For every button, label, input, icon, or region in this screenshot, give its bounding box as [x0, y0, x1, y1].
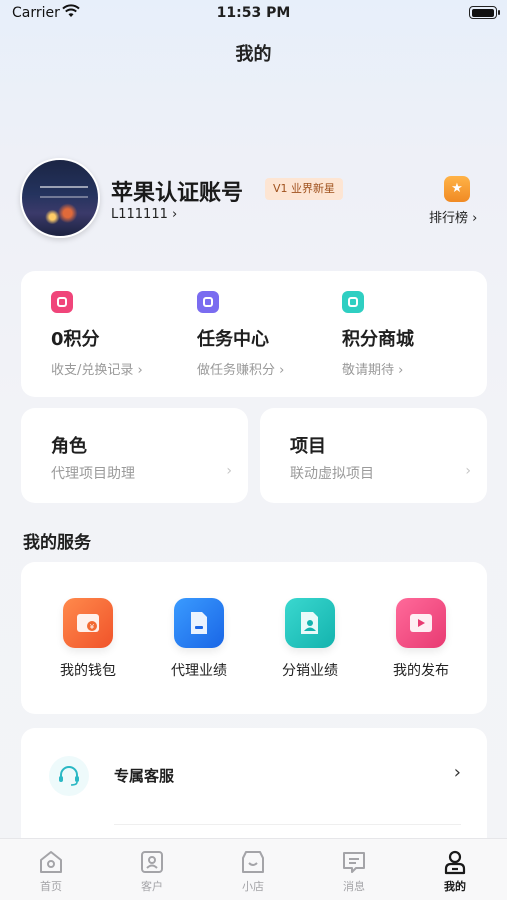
project-value: 联动虚拟项目 — [290, 466, 374, 482]
role-title: 角色 — [51, 436, 87, 457]
project-card[interactable]: 项目 联动虚拟项目 › — [260, 408, 487, 503]
profile-icon — [442, 849, 468, 875]
task-center-sub[interactable]: 做任务赚积分 › — [197, 359, 337, 378]
home-icon — [38, 849, 64, 875]
message-icon — [341, 849, 367, 875]
tab-store[interactable]: 小店 — [213, 849, 293, 894]
agent-performance-icon — [174, 598, 224, 648]
tab-customer-label: 客户 — [141, 880, 163, 893]
project-title: 项目 — [290, 436, 326, 457]
chevron-right-icon: › — [465, 463, 471, 479]
tab-store-label: 小店 — [242, 880, 264, 893]
tab-home-label: 首页 — [40, 880, 62, 893]
tab-home[interactable]: 首页 — [11, 849, 91, 894]
points-icon — [51, 291, 73, 313]
role-value: 代理项目助理 — [51, 466, 135, 482]
agent-performance-label: 代理业绩 — [171, 663, 227, 679]
tab-bar: 首页 客户 小店 消息 我的 — [0, 838, 507, 900]
customer-service-label: 专属客服 — [114, 767, 175, 785]
headset-icon — [49, 756, 89, 796]
shop-icon — [342, 291, 364, 313]
leaderboard-link[interactable]: 排行榜 › — [429, 207, 477, 226]
battery-icon — [469, 6, 500, 19]
task-icon — [197, 291, 219, 313]
chevron-right-icon: › — [226, 463, 232, 479]
customer-icon — [139, 849, 165, 875]
distribution-performance-icon — [285, 598, 335, 648]
points-mall-title: 积分商城 — [342, 329, 414, 350]
task-center-title: 任务中心 — [197, 329, 269, 350]
rank-badge-icon[interactable]: ★ — [444, 176, 470, 202]
task-center-stat[interactable]: 任务中心 做任务赚积分 › — [197, 291, 337, 378]
chevron-right-icon: › — [453, 762, 461, 783]
services-section-title: 我的服务 — [23, 533, 91, 553]
tab-customer[interactable]: 客户 — [112, 849, 192, 894]
store-icon — [240, 849, 266, 875]
points-title: 0积分 — [51, 329, 100, 350]
wallet-service[interactable]: ¥ 我的钱包 — [38, 598, 138, 680]
avatar[interactable] — [20, 158, 100, 238]
profile-name: 苹果认证账号 — [111, 181, 244, 206]
points-card: 0积分 收支/兑换记录 › 任务中心 做任务赚积分 › 积分商城 敬请期待 › — [21, 271, 487, 397]
distribution-performance-label: 分销业绩 — [282, 663, 338, 679]
divider — [114, 824, 461, 825]
publish-icon — [396, 598, 446, 648]
points-mall-stat[interactable]: 积分商城 敬请期待 › — [342, 291, 482, 378]
tab-profile[interactable]: 我的 — [415, 849, 495, 894]
status-time: 11:53 PM — [216, 5, 291, 21]
status-bar: Carrier 11:53 PM — [0, 0, 507, 28]
role-card[interactable]: 角色 代理项目助理 › — [21, 408, 248, 503]
level-badge: V1 业界新星 — [265, 178, 344, 200]
user-id-link[interactable]: L111111 › — [111, 207, 177, 222]
points-record-link[interactable]: 收支/兑换记录 › — [51, 359, 191, 378]
publish-service[interactable]: 我的发布 — [371, 598, 471, 680]
agent-performance-service[interactable]: 代理业绩 — [149, 598, 249, 680]
tab-profile-label: 我的 — [444, 880, 466, 893]
svg-text:¥: ¥ — [90, 623, 95, 631]
tab-message[interactable]: 消息 — [314, 849, 394, 894]
page-title: 我的 — [235, 44, 272, 65]
services-card: ¥ 我的钱包 代理业绩 分销业绩 我的发布 — [21, 562, 487, 714]
tab-message-label: 消息 — [343, 880, 365, 893]
points-mall-sub[interactable]: 敬请期待 › — [342, 359, 482, 378]
distribution-performance-service[interactable]: 分销业绩 — [260, 598, 360, 680]
wallet-label: 我的钱包 — [60, 663, 116, 679]
points-stat[interactable]: 0积分 收支/兑换记录 › — [51, 291, 191, 378]
publish-label: 我的发布 — [393, 663, 449, 679]
wallet-icon: ¥ — [63, 598, 113, 648]
